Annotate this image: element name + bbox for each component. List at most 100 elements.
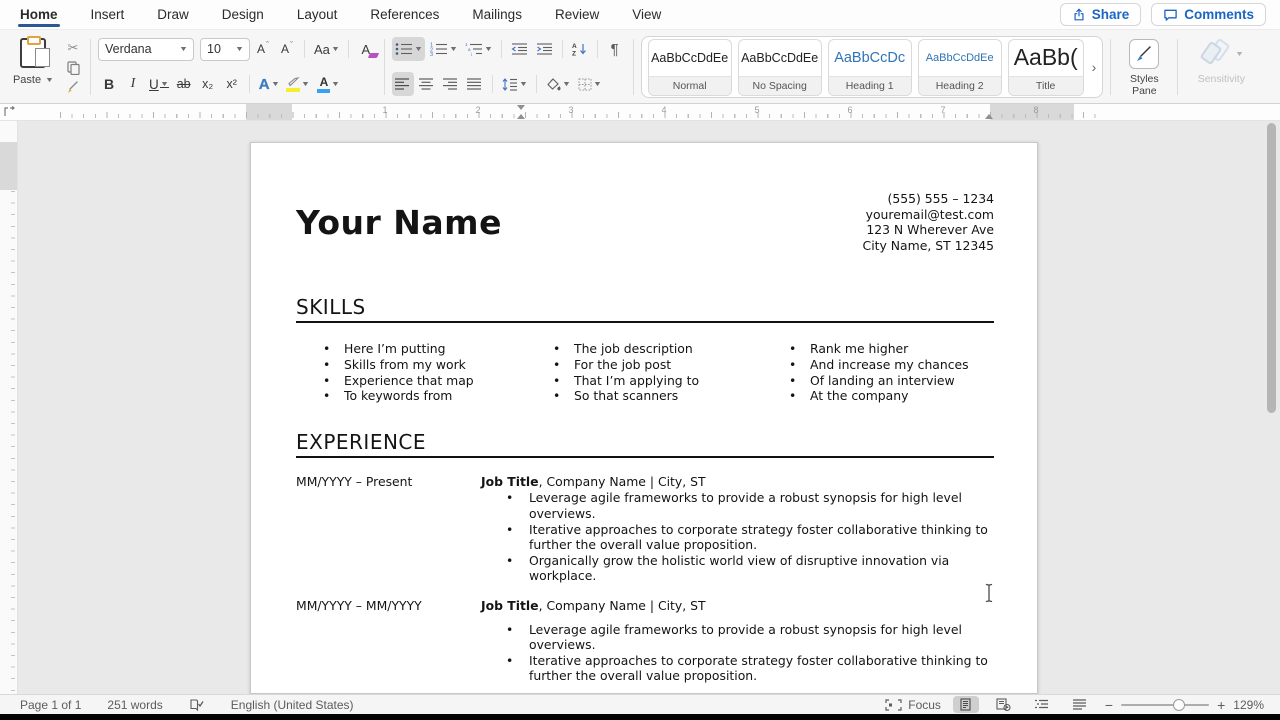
increase-indent-button[interactable]	[533, 37, 556, 61]
paste-button[interactable]: Paste▼	[10, 38, 56, 86]
copy-button[interactable]	[63, 59, 83, 76]
align-right-button[interactable]	[440, 72, 462, 96]
decrease-indent-button[interactable]	[508, 37, 531, 61]
pilcrow-button[interactable]: ¶	[604, 37, 626, 61]
zoom-out-button[interactable]: −	[1105, 697, 1113, 713]
bullets-button[interactable]: ▼	[392, 37, 425, 61]
skill-item: That I’m applying to	[553, 373, 789, 389]
style-heading-2[interactable]: AaBbCcDdEe Heading 2	[918, 39, 1002, 96]
shading-button[interactable]: ▼	[543, 72, 573, 96]
clear-formatting-button[interactable]: A	[355, 37, 377, 61]
text-cursor-ibeam	[984, 583, 994, 603]
skills-column-3[interactable]: Rank me higher And increase my chances O…	[789, 341, 969, 403]
skills-column-1[interactable]: Here I’m putting Skills from my work Exp…	[323, 341, 553, 403]
justify-icon	[467, 78, 482, 90]
first-line-indent-marker[interactable]	[517, 105, 525, 110]
comments-button[interactable]: Comments	[1151, 3, 1266, 26]
format-painter-button[interactable]	[63, 79, 83, 96]
experience-heading[interactable]: EXPERIENCE	[296, 430, 994, 458]
style-title[interactable]: AaBb( Title	[1008, 39, 1084, 96]
share-button[interactable]: Share	[1060, 3, 1142, 26]
bullet-item: Iterative approaches to corporate strate…	[481, 522, 994, 553]
justify-button[interactable]	[464, 72, 486, 96]
tab-design[interactable]: Design	[222, 0, 264, 29]
horizontal-ruler[interactable]: 1 2 3 4 5 6 7 8	[0, 104, 1280, 121]
sensitivity-icon	[1200, 39, 1230, 69]
focus-icon	[885, 699, 902, 711]
skill-item: Of landing an interview	[789, 373, 969, 389]
change-case-button[interactable]: Aa▼	[311, 37, 342, 61]
entry-job-line: Job Title, Company Name | City, ST	[481, 474, 994, 490]
ruler-number: 2	[475, 105, 480, 115]
tab-draw[interactable]: Draw	[157, 0, 189, 29]
tab-layout[interactable]: Layout	[297, 0, 338, 29]
font-color-button[interactable]: A ▼	[314, 72, 342, 96]
tab-review[interactable]: Review	[555, 0, 599, 29]
menu-bar: Home Insert Draw Design Layout Reference…	[0, 0, 1280, 30]
font-size-select[interactable]: 10▼	[200, 38, 250, 61]
experience-entry[interactable]: MM/YYYY – MM/YYYY Job Title, Company Nam…	[296, 598, 994, 684]
superscript-button[interactable]: x²	[221, 72, 243, 96]
sensitivity-button[interactable]: ▼ Sensitivity	[1185, 35, 1257, 99]
tab-selector-icon[interactable]	[3, 106, 15, 118]
document-page[interactable]: Your Name (555) 555 – 1234 youremail@tes…	[250, 142, 1038, 694]
contact-block[interactable]: (555) 555 – 1234 youremail@test.com 123 …	[863, 191, 994, 253]
sort-icon: AZ	[572, 42, 588, 56]
vertical-scrollbar[interactable]	[1267, 123, 1276, 413]
tab-mailings[interactable]: Mailings	[472, 0, 522, 29]
resume-name[interactable]: Your Name	[296, 203, 502, 242]
style-heading-1[interactable]: AaBbCcDc Heading 1	[828, 39, 912, 96]
highlight-button[interactable]: ▼	[283, 72, 312, 96]
multilevel-list-button[interactable]: 1ai ▼	[462, 37, 495, 61]
entry-bullets: Leverage agile frameworks to provide a r…	[481, 490, 994, 584]
right-indent-marker[interactable]	[985, 114, 993, 119]
print-layout-view-button[interactable]	[953, 696, 979, 713]
svg-text:i: i	[471, 52, 472, 56]
tab-references[interactable]: References	[370, 0, 439, 29]
outline-view-button[interactable]	[1029, 696, 1055, 713]
zoom-in-button[interactable]: +	[1217, 697, 1225, 713]
zoom-level[interactable]: 129%	[1233, 698, 1264, 712]
tab-insert[interactable]: Insert	[91, 0, 125, 29]
text-effects-button[interactable]: A▼	[256, 72, 282, 96]
ruler-number: 3	[568, 105, 573, 115]
gallery-expand-button[interactable]: ›	[1090, 59, 1099, 75]
language-selector[interactable]: English (United States)	[231, 698, 354, 712]
draft-view-button[interactable]	[1067, 696, 1093, 713]
align-center-button[interactable]	[416, 72, 438, 96]
tab-home[interactable]: Home	[20, 0, 58, 29]
font-name-select[interactable]: Verdana▼	[98, 38, 194, 61]
borders-button[interactable]: ▼	[575, 72, 604, 96]
tab-view[interactable]: View	[632, 0, 661, 29]
style-normal[interactable]: AaBbCcDdEe Normal	[648, 39, 732, 96]
hanging-indent-marker[interactable]	[517, 114, 525, 119]
cut-button[interactable]: ✂	[63, 39, 83, 56]
bold-button[interactable]: B	[98, 72, 120, 96]
zoom-slider-knob[interactable]	[1173, 699, 1185, 711]
ruler-number: 7	[940, 105, 945, 115]
underline-button[interactable]: U▼	[146, 72, 171, 96]
zoom-slider[interactable]	[1121, 704, 1209, 706]
web-layout-view-button[interactable]	[991, 696, 1017, 713]
styles-pane-button[interactable]: Styles Pane	[1118, 35, 1170, 99]
skills-heading[interactable]: SKILLS	[296, 295, 994, 323]
grow-font-button[interactable]: Aˆ	[252, 37, 274, 61]
skills-column-2[interactable]: The job description For the job post Tha…	[553, 341, 789, 403]
page-count[interactable]: Page 1 of 1	[20, 698, 81, 712]
shrink-font-button[interactable]: Aˇ	[276, 37, 298, 61]
strikethrough-button[interactable]: ab	[173, 72, 195, 96]
italic-button[interactable]: I	[122, 72, 144, 96]
word-count[interactable]: 251 words	[107, 698, 162, 712]
vertical-ruler[interactable]	[0, 121, 18, 694]
experience-entry[interactable]: MM/YYYY – Present Job Title, Company Nam…	[296, 474, 994, 584]
line-spacing-button[interactable]: ▼	[499, 72, 530, 96]
numbering-button[interactable]: 123 ▼	[427, 37, 460, 61]
clipboard-group: Paste▼ ✂	[10, 35, 83, 99]
focus-button[interactable]: Focus	[885, 698, 941, 712]
style-no-spacing[interactable]: AaBbCcDdEe No Spacing	[738, 39, 822, 96]
align-left-button[interactable]	[392, 72, 414, 96]
subscript-button[interactable]: x₂	[197, 72, 219, 96]
sort-button[interactable]: AZ	[569, 37, 591, 61]
skill-item: The job description	[553, 341, 789, 357]
spellcheck-icon[interactable]	[189, 698, 205, 711]
